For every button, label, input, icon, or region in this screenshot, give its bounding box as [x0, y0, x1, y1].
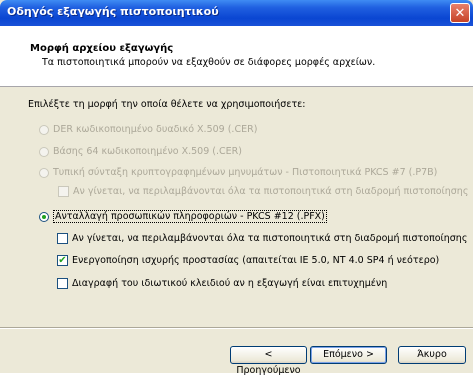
strong-protection-label: Ενεργοποίηση ισχυρής προστασίας (απαιτεί… [72, 255, 440, 266]
check-mark-icon: ✔ [58, 255, 67, 266]
option-pfx-delete-key[interactable]: Διαγραφή του ιδιωτικού κλειδιού αν η εξα… [57, 278, 387, 289]
der-label: DER κωδικοποιημένο δυαδικό X.509 (.CER) [53, 124, 258, 135]
pkcs7-include-all-checkbox[interactable] [58, 186, 69, 197]
pkcs7-label: Τυπική σύνταξη κρυπτογραφημένων μηνυμάτω… [53, 167, 438, 178]
pkcs7-radio[interactable] [39, 167, 49, 178]
radio-selected-dot [42, 214, 46, 219]
format-prompt: Επιλέξτε τη μορφή την οποία θέλετε να χρ… [28, 99, 306, 110]
title-bar[interactable]: Οδηγός εξαγωγής πιστοποιητικού ✕ [0, 0, 473, 26]
der-radio[interactable] [39, 124, 49, 135]
option-pkcs7[interactable]: Τυπική σύνταξη κρυπτογραφημένων μηνυμάτω… [39, 167, 437, 178]
option-pkcs7-include-all[interactable]: Αν γίνεται, να περιλαμβάνονται όλα τα πι… [58, 186, 468, 197]
option-pfx-include-all[interactable]: Αν γίνεται, να περιλαμβάνονται όλα τα πι… [57, 233, 467, 244]
window-title: Οδηγός εξαγωγής πιστοποιητικού [7, 5, 219, 18]
export-wizard-window: Οδηγός εξαγωγής πιστοποιητικού ✕ Μορφή α… [0, 0, 473, 376]
close-icon: ✕ [454, 6, 466, 21]
next-button[interactable]: Επόμενο > [310, 346, 387, 364]
close-button[interactable]: ✕ [450, 3, 470, 23]
pfx-include-all-checkbox[interactable] [57, 233, 68, 244]
option-der[interactable]: DER κωδικοποιημένο δυαδικό X.509 (.CER) [39, 124, 257, 135]
pfx-include-all-label: Αν γίνεται, να περιλαμβάνονται όλα τα πι… [72, 233, 468, 244]
delete-key-label: Διαγραφή του ιδιωτικού κλειδιού αν η εξα… [72, 278, 388, 289]
pkcs7-include-all-label: Αν γίνεται, να περιλαμβάνονται όλα τα πι… [73, 186, 469, 197]
delete-key-checkbox[interactable] [57, 278, 68, 289]
option-pfx[interactable]: Ανταλλαγή προσωπικών πληροφοριών - PKCS … [39, 210, 327, 223]
pfx-radio[interactable] [39, 211, 49, 222]
page-subtitle: Τα πιστοποιητικά μπορούν να εξαχθούν σε … [42, 57, 376, 68]
option-pfx-strong-protection[interactable]: ✔ Ενεργοποίηση ισχυρής προστασίας (απαιτ… [57, 255, 439, 266]
base64-label: Βάσης 64 κωδικοποιημένο X.509 (.CER) [53, 146, 242, 157]
footer-divider [0, 327, 473, 329]
base64-radio[interactable] [39, 146, 49, 157]
page-title: Μορφή αρχείου εξαγωγής [30, 43, 174, 54]
cancel-button[interactable]: Άκυρο [398, 346, 466, 364]
option-base64[interactable]: Βάσης 64 κωδικοποιημένο X.509 (.CER) [39, 146, 242, 157]
back-button[interactable]: < Προηγούμενο [230, 346, 307, 376]
strong-protection-checkbox[interactable]: ✔ [57, 255, 68, 266]
pfx-label: Ανταλλαγή προσωπικών πληροφοριών - PKCS … [53, 210, 327, 223]
